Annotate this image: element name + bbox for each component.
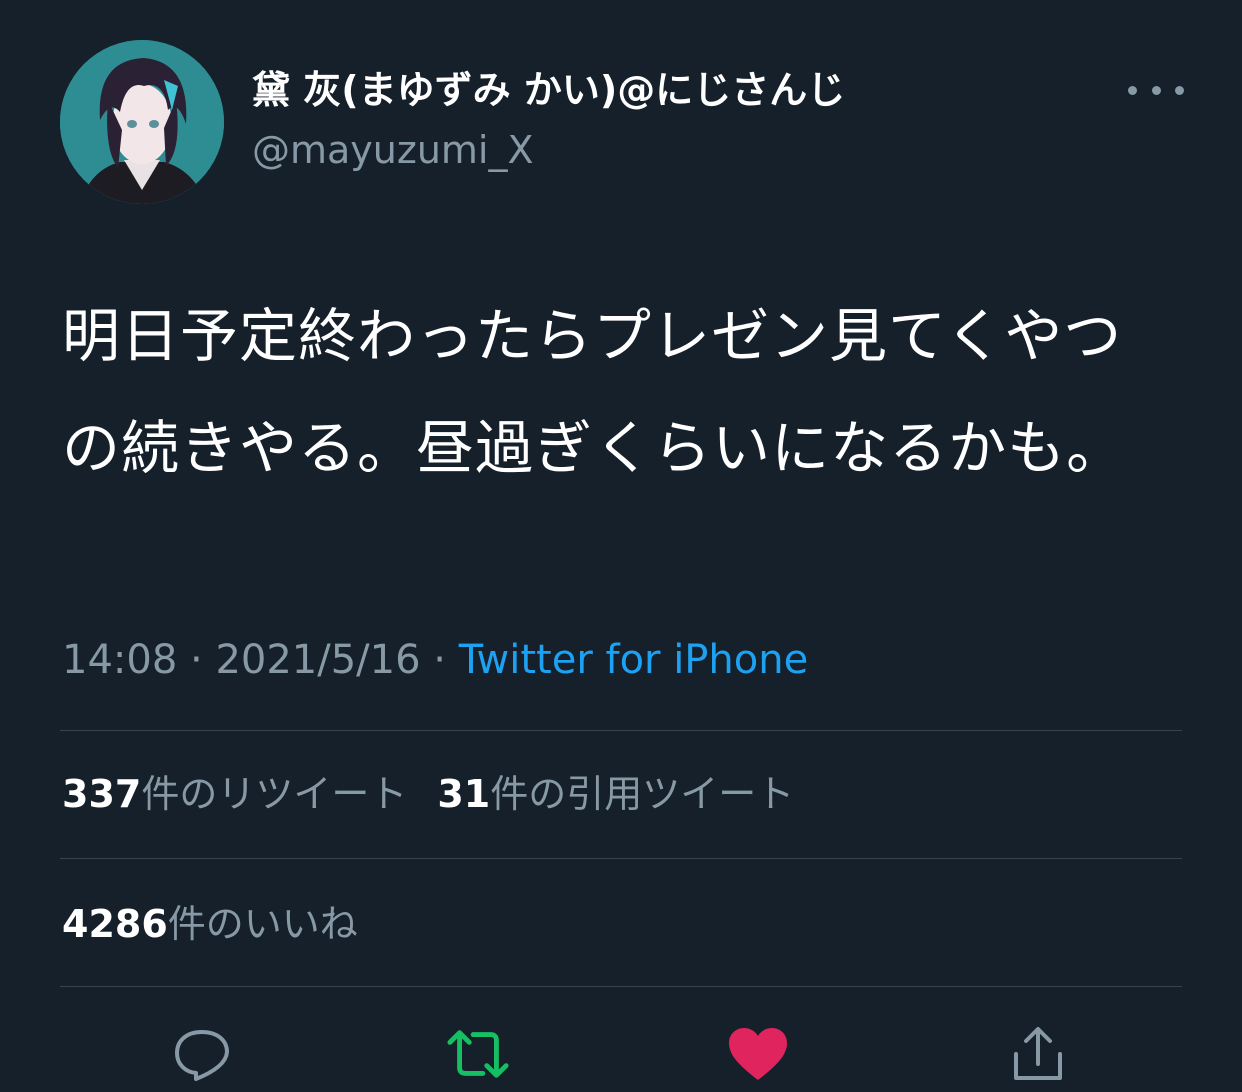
- tweet-source-link[interactable]: Twitter for iPhone: [459, 637, 809, 683]
- retweet-stats-row: 337件のリツイート 31件の引用ツイート: [62, 764, 824, 824]
- tweet-meta: 14:08 · 2021/5/16 · Twitter for iPhone: [62, 630, 808, 690]
- retweets-count: 337: [62, 772, 142, 816]
- meta-separator: ·: [433, 637, 446, 683]
- tweet-date[interactable]: 2021/5/16: [215, 637, 420, 683]
- dot: [1175, 85, 1184, 95]
- share-button[interactable]: [1006, 1022, 1070, 1086]
- like-button[interactable]: [726, 1022, 790, 1086]
- retweet-icon: [447, 1030, 509, 1078]
- likes-label: 件のいいね: [167, 902, 358, 946]
- reply-button[interactable]: [170, 1022, 234, 1086]
- divider: [60, 730, 1182, 731]
- more-options-icon[interactable]: [1128, 76, 1184, 104]
- user-handle[interactable]: @mayuzumi_X: [252, 124, 534, 176]
- heart-icon: [729, 1028, 787, 1080]
- tweet-text: 明日予定終わったらプレゼン見てくやつの続きやる。昼過ぎくらいになるかも。: [62, 302, 1126, 482]
- divider: [60, 858, 1182, 859]
- retweets-stat[interactable]: 337件のリツイート: [62, 764, 407, 824]
- quotes-count: 31: [437, 772, 491, 816]
- tweet-time[interactable]: 14:08: [62, 637, 177, 683]
- quotes-label: 件の引用ツイート: [490, 772, 795, 816]
- meta-separator: ·: [190, 637, 203, 683]
- display-name[interactable]: 黛 灰(まゆずみ かい)@にじさんじ: [252, 62, 845, 118]
- retweets-label: 件のリツイート: [141, 772, 408, 816]
- avatar[interactable]: [60, 40, 224, 204]
- likes-stats-row: 4286件のいいね: [62, 894, 388, 954]
- divider: [60, 986, 1182, 987]
- retweet-button[interactable]: [446, 1022, 510, 1086]
- share-icon: [1014, 1027, 1062, 1080]
- likes-count: 4286: [62, 902, 168, 946]
- avatar-image: [60, 40, 224, 204]
- dot: [1151, 85, 1161, 95]
- reply-icon: [175, 1030, 229, 1081]
- quotes-stat[interactable]: 31件の引用ツイート: [437, 764, 794, 824]
- likes-stat[interactable]: 4286件のいいね: [62, 894, 358, 954]
- dot: [1128, 85, 1137, 95]
